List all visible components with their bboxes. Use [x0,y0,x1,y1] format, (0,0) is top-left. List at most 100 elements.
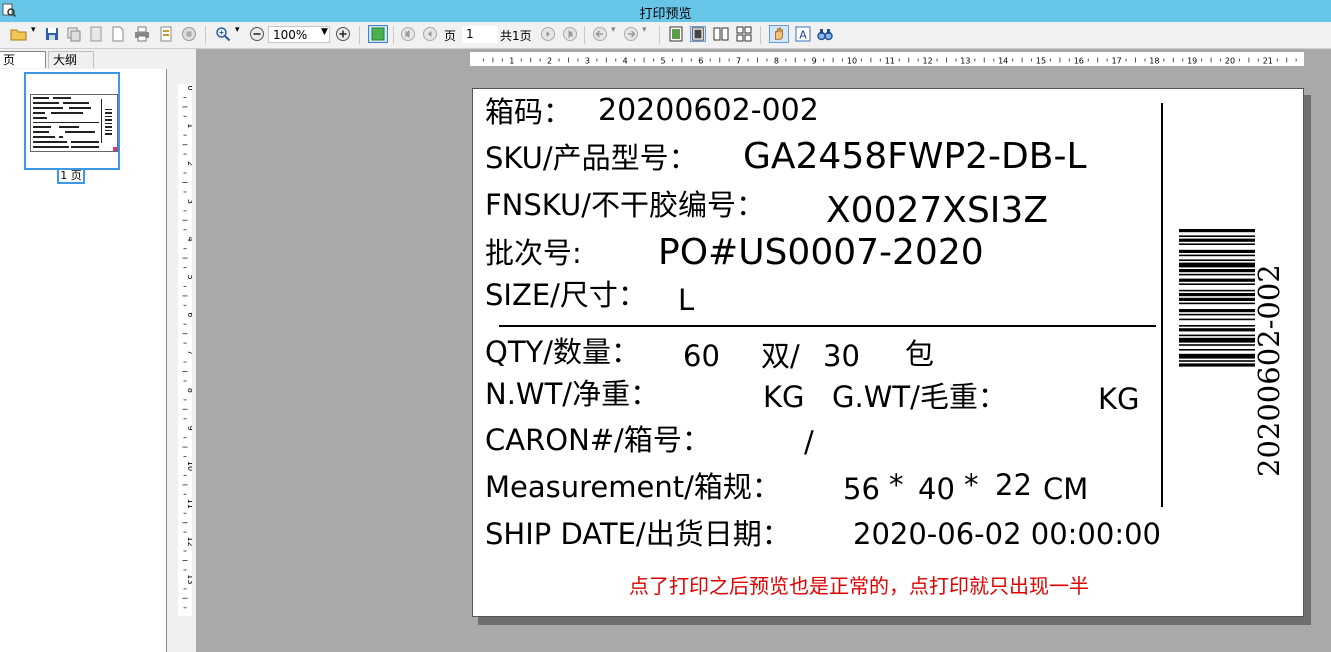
last-page-icon[interactable] [562,26,578,42]
barcode-bar [1179,349,1255,351]
barcode-bar [1179,289,1255,292]
previous-page-icon[interactable] [422,26,438,42]
find-icon[interactable] [817,26,833,42]
annotation-note: 点了打印之后预览也是正常的，点打印就只出现一半 [629,574,1089,598]
ruler-tick-label: 16 [1074,57,1084,66]
batch-label: 批次号: [485,236,582,270]
barcode-bar [1179,235,1255,237]
forward-icon[interactable] [623,26,639,42]
ruler-tick-label: 11 [885,57,895,66]
toolbar-separator [584,26,585,44]
multi-page-view-icon[interactable] [736,26,752,42]
ruler-tick-label: 13 [186,574,192,584]
page-setup-icon[interactable] [88,26,104,42]
barcode-bar [1179,309,1255,313]
zoom-icon[interactable] [215,26,231,42]
ruler-tick-label: 5 [186,274,192,279]
barcode-bar [1179,262,1255,268]
barcode-bar [1179,363,1255,367]
page-thumbnail-preview [30,94,118,152]
ruler-tick-label: 18 [1149,57,1159,66]
qty-packs-value: 30 [823,339,860,373]
two-pages-view-icon[interactable] [713,26,729,42]
window-title: 打印预览 [639,7,692,22]
page-width-view-icon[interactable] [690,26,706,42]
barcode-text-holder: 20200602-002 [1251,237,1291,477]
size-value: L [678,283,695,317]
ruler-tick-label: 4 [623,57,628,66]
barcode-bar [1179,302,1255,305]
thumbnails-toggle-icon[interactable] [368,25,388,43]
net-weight-unit: KG [763,380,805,414]
title-bar: 打印预览 [0,0,1331,22]
barcode-bar [1179,278,1255,282]
first-page-icon[interactable] [400,26,416,42]
stop-icon[interactable] [181,26,197,42]
hand-tool-icon[interactable] [769,25,789,43]
tab-pages[interactable]: 页 [0,51,46,68]
ruler-tick-label: 8 [186,388,192,393]
qty-packs-unit: 包 [905,337,935,371]
toolbar-separator [659,26,660,44]
ruler-tick-label: 3 [585,57,590,66]
ruler-tick-label: 10 [847,57,857,66]
export-icon[interactable] [158,26,174,42]
measurement-width: 40 [918,472,955,506]
ruler-tick-label: 2 [186,161,192,166]
ruler-tick-label: 2 [547,57,552,66]
forward-dropdown-arrow-icon[interactable]: ▾ [642,25,647,35]
save-icon[interactable] [44,26,60,42]
box-code-value: 20200602-002 [598,93,819,128]
text-select-icon[interactable]: A [795,26,811,42]
total-pages-label: 共1页 [500,29,532,43]
page-thumbnail-label[interactable]: 1 页 [57,168,85,184]
print-icon[interactable] [134,26,150,42]
box-code-label: 箱码： [485,95,573,129]
measurement-times: * [889,468,904,502]
next-page-icon[interactable] [540,26,556,42]
barcode-bar [1179,334,1255,337]
barcode-bar [1179,337,1255,343]
open-dropdown-arrow-icon[interactable]: ▾ [31,25,36,35]
measurement-times: * [964,468,979,502]
shipping-label-page: 箱码： 20200602-002 SKU/产品型号： GA2458FWP2-DB… [472,88,1304,617]
barcode-bar [1179,249,1255,253]
ruler-tick-label: 11 [186,499,192,509]
barcode-bar [1179,325,1255,327]
ruler-tick-label: 0 [186,85,192,90]
page-number-input[interactable]: 1 [462,26,498,43]
page-thumbnail[interactable] [24,72,120,170]
barcode-bar [1179,353,1255,359]
tab-outline[interactable]: 大纲 [48,51,94,68]
ruler-tick-label: 3 [186,199,192,204]
qty-label: QTY/数量： [485,335,641,369]
open-folder-icon[interactable] [10,26,28,42]
ruler-tick-label: 6 [186,312,192,317]
ruler-tick-label: 9 [186,426,192,431]
qty-pairs-unit: 双/ [761,339,800,373]
back-icon[interactable] [592,26,608,42]
ruler-tick-label: 7 [736,57,741,66]
fnsku-label: FNSKU/不干胶编号： [485,188,766,222]
zoom-in-icon[interactable] [335,26,351,42]
back-dropdown-arrow-icon[interactable]: ▾ [611,25,616,35]
zoom-dropdown-arrow-icon[interactable]: ▾ [235,25,240,35]
gross-weight-label: G.WT/毛重： [832,380,1007,414]
single-page-view-icon[interactable] [668,26,684,42]
copy-icon[interactable] [66,26,82,42]
barcode-bar [1179,254,1255,257]
batch-value: PO#US0007-2020 [658,232,984,273]
zoom-level-dropdown-icon[interactable]: ▼ [321,27,328,37]
new-page-icon[interactable] [110,26,126,42]
zoom-out-icon[interactable] [249,26,265,42]
barcode-caption: 20200602-002 [1252,264,1286,477]
barcode-bar [1179,318,1255,321]
ruler-tick-label: 6 [698,57,703,66]
ruler-tick-label: 17 [1112,57,1122,66]
barcode-bar [1179,259,1255,261]
ruler-tick-label: 15 [1036,57,1046,66]
toolbar-separator [760,26,761,44]
ruler-tick-label: 21 [1263,57,1273,66]
horizontal-ruler-ticks: 1 2 3 4 5 6 7 8 9 10 11 12 13 14 15 16 17 18 19 20 21 [482,57,1297,66]
toolbar-separator [393,26,394,44]
